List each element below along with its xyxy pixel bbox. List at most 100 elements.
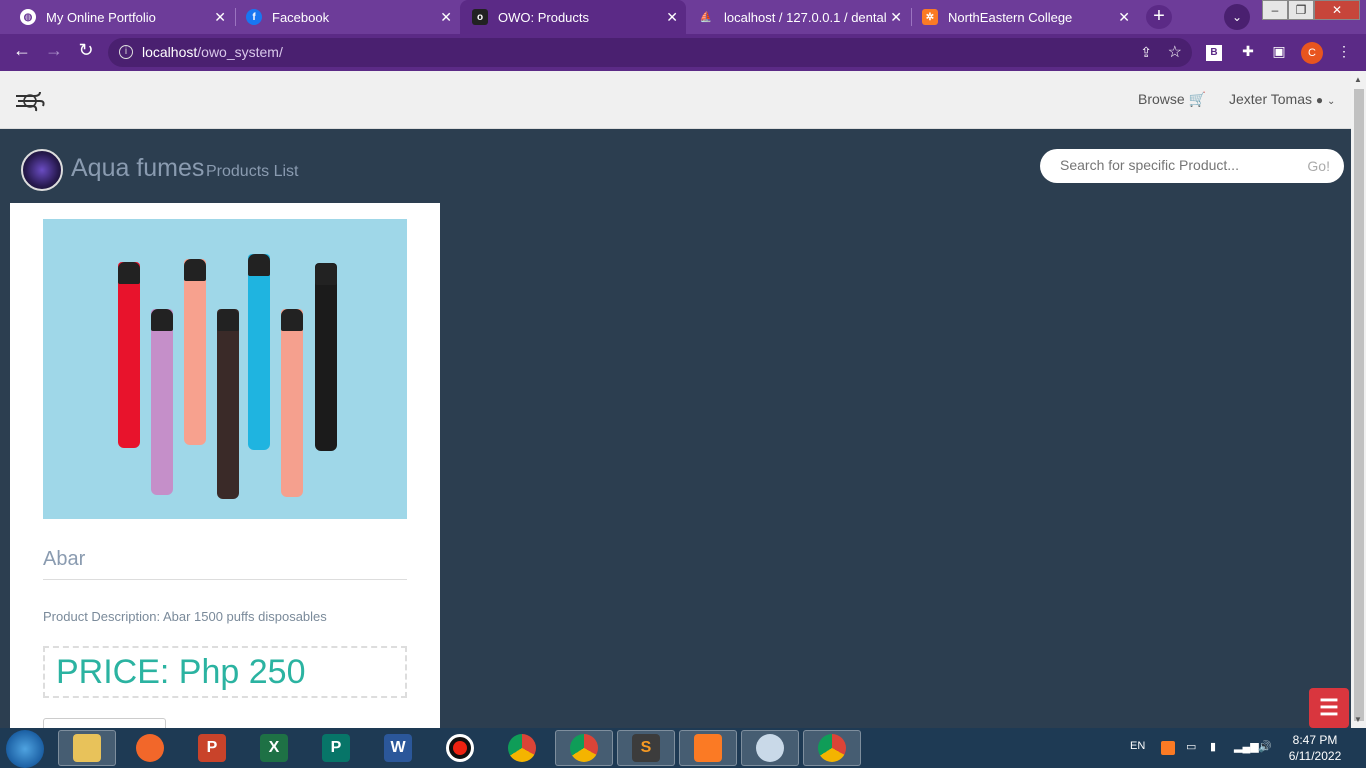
user-name: Jexter Tomas	[1229, 91, 1312, 107]
profile-avatar[interactable]: C	[1301, 42, 1323, 64]
system-clock[interactable]: 8:47 PM 6/11/2022	[1280, 732, 1350, 764]
publisher-icon: P	[322, 734, 350, 762]
pen-6	[281, 309, 303, 497]
scroll-down-arrow-icon[interactable]: ▼	[1354, 715, 1362, 724]
maximize-button[interactable]: ❐	[1288, 0, 1314, 20]
firefox-icon	[136, 734, 164, 762]
tab-title: localhost / 127.0.0.1 / dental_a	[724, 9, 886, 25]
product-search-box: Go!	[1040, 149, 1344, 183]
excel-icon: X	[260, 734, 288, 762]
main-content: Aqua fumes Products List Go! Abar Produc…	[0, 129, 1351, 738]
user-menu[interactable]: Jexter Tomas ● ⌄	[1229, 91, 1335, 107]
pen-4	[217, 309, 239, 499]
site-info-icon[interactable]: i	[119, 45, 133, 59]
page-subtitle: Products List	[206, 163, 299, 180]
taskbar-publisher[interactable]: P	[307, 730, 365, 766]
reload-icon[interactable]: ↻	[74, 40, 98, 61]
chat-widget-button[interactable]: ☰	[1309, 688, 1349, 728]
network-signal-icon[interactable]: ▂▄▆	[1234, 740, 1259, 753]
bookmark-star-icon[interactable]: ☆	[1168, 38, 1182, 67]
taskbar-paint[interactable]	[741, 730, 799, 766]
taskbar-word[interactable]: W	[369, 730, 427, 766]
chrome-menu-icon[interactable]: ⋮	[1334, 43, 1354, 60]
close-tab-icon[interactable]: ✕	[440, 9, 452, 26]
url-path: /owo_system/	[197, 44, 283, 60]
start-button[interactable]	[6, 730, 44, 768]
tab-search-chevron-icon[interactable]: ⌄	[1224, 4, 1250, 30]
volume-icon[interactable]: 🔊	[1258, 740, 1272, 753]
taskbar-recorder[interactable]	[431, 730, 489, 766]
chrome-profile-icon	[570, 734, 598, 762]
chrome-active-icon	[818, 734, 846, 762]
close-tab-icon[interactable]: ✕	[666, 9, 678, 26]
battery-icon[interactable]: ▮	[1210, 740, 1216, 753]
chevron-down-icon: ⌄	[1327, 96, 1336, 107]
tab-owo-products[interactable]: o OWO: Products ✕	[460, 0, 686, 34]
extensions-puzzle-icon[interactable]: ✚	[1238, 43, 1258, 60]
phpmyadmin-icon: ⛵	[699, 11, 713, 23]
folder-icon	[73, 734, 101, 762]
page-scrollbar[interactable]: ▲ ▼	[1351, 71, 1366, 728]
taskbar-excel[interactable]: X	[245, 730, 303, 766]
tab-title: Facebook	[272, 9, 330, 25]
site-title: Aqua fumes	[71, 154, 205, 182]
forward-arrow-icon[interactable]: →	[42, 40, 66, 61]
windows-taskbar: P X P W S EN ▭ ▮ ▂▄▆ 🔊 8:47 PM 6/11/2022	[0, 728, 1366, 768]
owo-logo-icon: o	[472, 9, 488, 25]
close-tab-icon[interactable]: ✕	[214, 9, 226, 26]
browser-toolbar: ← → ↻ i localhost/owo_system/ ⇪ ☆ B ✚ ▣ …	[0, 34, 1366, 71]
taskbar-firefox[interactable]	[121, 730, 179, 766]
search-go-button[interactable]: Go!	[1307, 158, 1330, 174]
taskbar-xampp[interactable]	[679, 730, 737, 766]
pen-5	[248, 254, 270, 450]
language-indicator[interactable]: EN	[1130, 740, 1145, 752]
scroll-up-arrow-icon[interactable]: ▲	[1354, 75, 1362, 84]
paint-palette-icon	[756, 734, 784, 762]
pen-7	[315, 263, 337, 451]
close-tab-icon[interactable]: ✕	[1118, 9, 1130, 26]
tab-northeastern-college[interactable]: ✲ NorthEastern College ✕	[912, 0, 1138, 34]
brand-wind-icon[interactable]	[14, 90, 46, 112]
site-navbar: Browse 🛒 Jexter Tomas ● ⌄	[0, 71, 1351, 129]
minimize-button[interactable]: –	[1262, 0, 1288, 20]
product-name: Abar	[43, 548, 407, 580]
facebook-icon: f	[246, 9, 262, 25]
word-icon: W	[384, 734, 412, 762]
new-tab-button[interactable]: +	[1146, 5, 1172, 29]
extension-b-icon[interactable]: B	[1206, 45, 1222, 61]
tab-my-online-portfolio[interactable]: ◍ My Online Portfolio ✕	[0, 0, 234, 34]
pen-3	[184, 259, 206, 445]
address-bar[interactable]: i localhost/owo_system/ ⇪ ☆	[108, 38, 1192, 67]
action-center-icon[interactable]: ▭	[1186, 740, 1196, 753]
browse-menu[interactable]: Browse 🛒	[1138, 91, 1206, 108]
taskbar-powerpoint[interactable]: P	[183, 730, 241, 766]
scrollbar-thumb[interactable]	[1354, 89, 1364, 721]
taskbar-file-explorer[interactable]	[58, 730, 116, 766]
chrome-icon	[508, 734, 536, 762]
taskbar-chrome-active[interactable]	[803, 730, 861, 766]
powerpoint-icon: P	[198, 734, 226, 762]
tab-facebook[interactable]: f Facebook ✕	[236, 0, 460, 34]
tab-title: NorthEastern College	[948, 9, 1073, 25]
sublime-text-icon: S	[632, 734, 660, 762]
product-image	[43, 219, 407, 519]
share-icon[interactable]: ⇪	[1140, 38, 1152, 67]
product-description: Product Description: Abar 1500 puffs dis…	[43, 609, 327, 624]
tab-phpmyadmin[interactable]: ⛵ localhost / 127.0.0.1 / dental_a ✕	[688, 0, 910, 34]
close-window-button[interactable]: ✕	[1314, 0, 1360, 20]
side-panel-icon[interactable]: ▣	[1269, 43, 1289, 60]
xampp-tray-icon[interactable]	[1161, 741, 1175, 755]
taskbar-chrome-profile[interactable]	[555, 730, 613, 766]
clock-time: 8:47 PM	[1292, 733, 1338, 747]
taskbar-sublime-text[interactable]: S	[617, 730, 675, 766]
globe-icon: ◍	[20, 9, 36, 25]
user-icon: ●	[1315, 93, 1324, 107]
taskbar-chrome[interactable]	[493, 730, 551, 766]
search-input[interactable]	[1060, 157, 1290, 173]
tab-title: My Online Portfolio	[46, 9, 156, 25]
product-price: PRICE: Php 250	[43, 646, 407, 698]
back-arrow-icon[interactable]: ←	[10, 40, 34, 61]
shopping-cart-icon: 🛒	[1188, 91, 1207, 107]
close-tab-icon[interactable]: ✕	[890, 9, 902, 26]
browser-tab-strip: ◍ My Online Portfolio ✕ f Facebook ✕ o O…	[0, 0, 1366, 34]
